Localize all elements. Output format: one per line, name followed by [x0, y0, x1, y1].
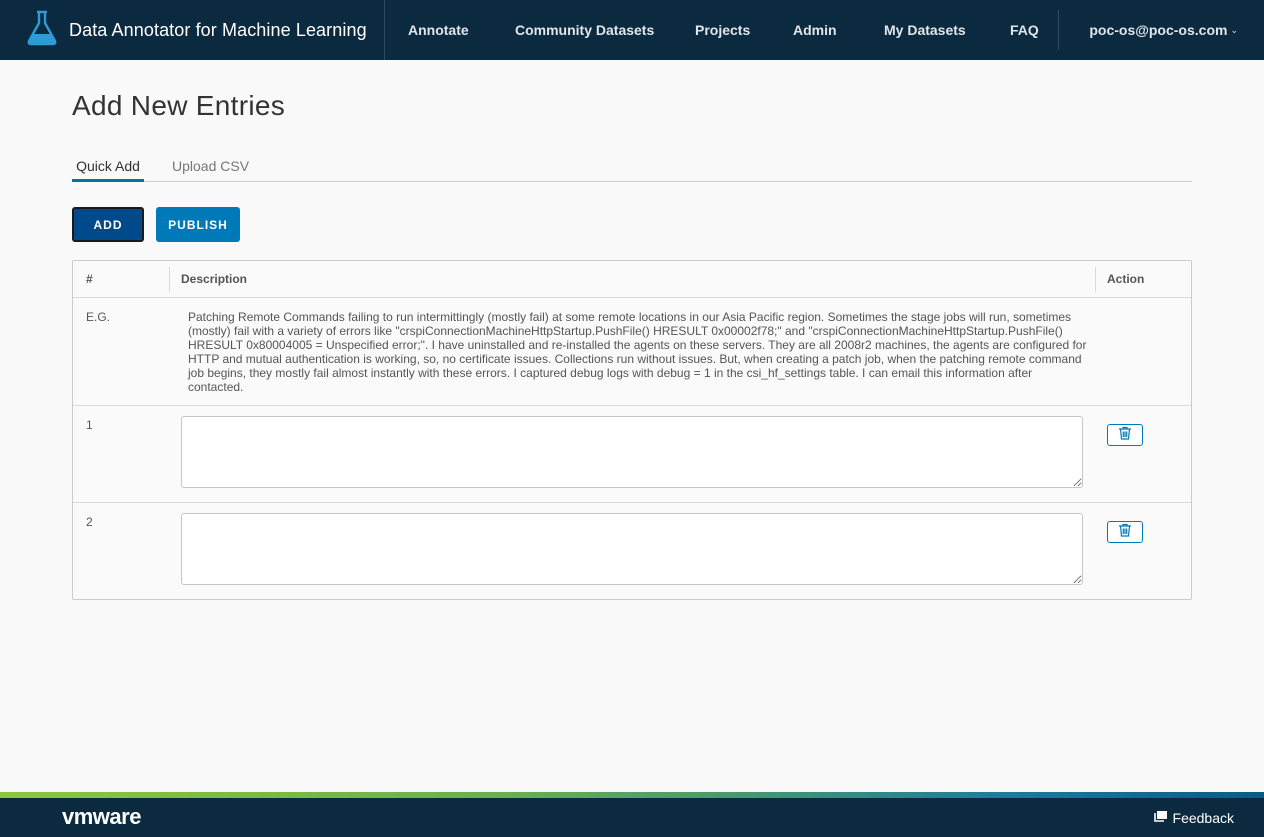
- trash-icon: [1118, 426, 1132, 445]
- tab-bar: Quick Add Upload CSV: [72, 150, 1192, 182]
- flask-logo-icon: [26, 10, 58, 51]
- nav-my-datasets[interactable]: My Datasets: [884, 0, 966, 60]
- add-button[interactable]: ADD: [72, 207, 144, 242]
- nav-divider: [1058, 10, 1059, 50]
- page-title: Add New Entries: [72, 90, 286, 121]
- user-menu[interactable]: poc-os@poc-os.com ⌄: [1089, 0, 1238, 60]
- column-header-number: #: [86, 272, 93, 286]
- example-row: E.G. Patching Remote Commands failing to…: [73, 298, 1191, 406]
- example-label: E.G.: [86, 310, 111, 324]
- footer: vmware Feedback: [0, 798, 1264, 837]
- column-header-action: Action: [1107, 272, 1145, 286]
- entries-table: # Description Action E.G. Patching Remot…: [72, 260, 1192, 600]
- feedback-icon: [1153, 810, 1173, 826]
- nav-projects[interactable]: Projects: [695, 0, 750, 60]
- vmware-logo: vmware: [62, 804, 141, 829]
- row-number: 1: [86, 418, 93, 432]
- example-description: Patching Remote Commands failing to run …: [188, 310, 1087, 394]
- column-divider: [169, 267, 170, 292]
- trash-icon: [1118, 523, 1132, 542]
- nav-community-datasets[interactable]: Community Datasets: [515, 0, 654, 60]
- top-navbar: Data Annotator for Machine Learning Anno…: [0, 0, 1264, 60]
- column-divider: [1095, 267, 1096, 292]
- nav-admin[interactable]: Admin: [793, 0, 837, 60]
- nav-annotate[interactable]: Annotate: [408, 0, 469, 60]
- table-row: 1: [73, 406, 1191, 503]
- tab-quick-add[interactable]: Quick Add: [72, 150, 144, 182]
- tab-upload-csv[interactable]: Upload CSV: [172, 150, 249, 182]
- brand[interactable]: Data Annotator for Machine Learning: [0, 0, 385, 60]
- feedback-label: Feedback: [1172, 810, 1234, 826]
- table-header: # Description Action: [73, 261, 1191, 298]
- chevron-down-icon: ⌄: [1230, 25, 1238, 35]
- user-email: poc-os@poc-os.com: [1089, 22, 1228, 38]
- description-input[interactable]: [181, 513, 1083, 585]
- feedback-button[interactable]: Feedback: [1153, 810, 1234, 826]
- publish-button[interactable]: PUBLISH: [156, 207, 240, 242]
- row-number: 2: [86, 515, 93, 529]
- delete-row-button[interactable]: [1107, 521, 1143, 543]
- table-row: 2: [73, 503, 1191, 600]
- delete-row-button[interactable]: [1107, 424, 1143, 446]
- app-title: Data Annotator for Machine Learning: [69, 19, 367, 40]
- nav-faq[interactable]: FAQ: [1010, 0, 1039, 60]
- column-header-description: Description: [181, 272, 248, 286]
- description-input[interactable]: [181, 416, 1083, 488]
